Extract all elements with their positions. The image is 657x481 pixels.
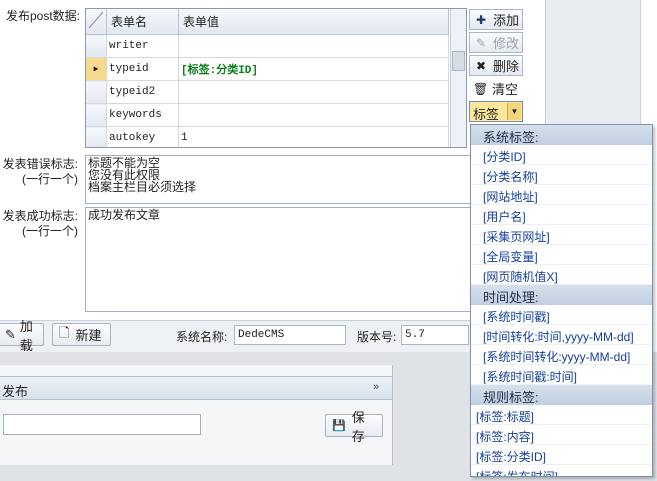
version-label: 版本号: xyxy=(357,330,397,344)
menu-item[interactable]: [标签:发布时间] xyxy=(471,465,652,476)
row-selector[interactable] xyxy=(86,103,107,127)
right-strip xyxy=(640,0,657,125)
grid-scroll-thumb[interactable] xyxy=(452,51,465,71)
close-icon: ✖ xyxy=(475,58,487,73)
cell-value[interactable] xyxy=(178,80,449,104)
column-header-name[interactable]: 表单名 xyxy=(106,9,179,35)
cell-value[interactable] xyxy=(178,103,449,127)
save-icon: 💾 xyxy=(332,420,346,432)
success-flag-label: 发表成功标志: xyxy=(2,209,78,223)
lower-text-input[interactable] xyxy=(3,414,201,435)
menu-item[interactable]: [网站地址] xyxy=(471,185,652,205)
table-row[interactable]: ▶ typeid [标签:分类ID] xyxy=(86,57,449,81)
cell-value[interactable] xyxy=(178,34,449,58)
menu-item[interactable]: [系统时间戳] xyxy=(471,305,652,325)
tag-select[interactable]: 标签 ▼ xyxy=(469,101,523,122)
load-button-label: 加载 xyxy=(19,318,33,353)
new-file-icon: 🗋 xyxy=(59,324,70,340)
cell-name[interactable]: autokey xyxy=(106,126,179,147)
menu-item[interactable]: [标签:分类ID] xyxy=(471,445,652,465)
new-button-label: 新建 xyxy=(75,328,102,343)
edit-button-label: 修改 xyxy=(493,36,520,51)
grid-scrollbar[interactable] xyxy=(450,9,466,147)
cell-value[interactable]: [标签:分类ID] xyxy=(178,57,449,81)
save-button-label: 保存 xyxy=(351,409,365,444)
chevron-down-icon[interactable]: ▼ xyxy=(507,103,521,120)
menu-item[interactable]: [网页随机值X] xyxy=(471,265,652,285)
menu-group-header: 系统标签: xyxy=(471,125,652,145)
tag-select-value: 标签 xyxy=(473,107,500,122)
corner-icon xyxy=(88,11,104,29)
menu-item[interactable]: [采集页网址] xyxy=(471,225,652,245)
menu-item[interactable]: [用户名] xyxy=(471,205,652,225)
new-button[interactable]: 🗋 新建 xyxy=(52,323,111,346)
save-button[interactable]: 💾 保存 xyxy=(325,410,383,444)
delete-button[interactable]: ✖ 删除 xyxy=(469,55,523,76)
add-button-label: 添加 xyxy=(493,13,520,28)
system-name-input[interactable]: DedeCMS xyxy=(234,325,346,345)
cell-name[interactable]: keywords xyxy=(106,103,179,127)
publish-section-title: 发布 xyxy=(2,384,29,399)
publish-section-header[interactable]: 发布 » xyxy=(0,376,392,400)
delete-button-label: 删除 xyxy=(493,59,520,74)
menu-item[interactable]: [分类名称] xyxy=(471,165,652,185)
pencil-icon: ✎ xyxy=(475,35,487,50)
tag-dropdown-menu: 系统标签: [分类ID] [分类名称] [网站地址] [用户名] [采集页网址] [全局变量… xyxy=(470,124,653,477)
grid-corner-cell[interactable] xyxy=(86,9,107,35)
system-name-label: 系统名称: xyxy=(176,330,228,344)
row-selector[interactable] xyxy=(86,80,107,104)
clear-button[interactable]: 🗑 清空 xyxy=(469,78,523,99)
trash-icon: 🗑 xyxy=(473,81,489,96)
row-selector[interactable] xyxy=(86,126,107,147)
collapse-icon[interactable]: » xyxy=(373,381,379,393)
post-data-grid[interactable]: 表单名 表单值 writer ▶ typeid [标签:分类ID] typeid2 key… xyxy=(85,8,467,148)
error-flag-hint: (一行一个) xyxy=(22,172,78,186)
table-row[interactable]: autokey 1 xyxy=(86,126,449,147)
menu-item[interactable]: [标签:内容] xyxy=(471,425,652,445)
load-button[interactable]: ✎ 加载 xyxy=(0,319,44,353)
error-flag-label: 发表错误标志: xyxy=(2,157,78,171)
table-row[interactable]: keywords xyxy=(86,103,449,127)
menu-group-header: 规则标签: xyxy=(471,385,652,405)
menu-item[interactable]: [全局变量] xyxy=(471,245,652,265)
table-row[interactable]: writer xyxy=(86,34,449,58)
menu-group-header: 时间处理: xyxy=(471,285,652,305)
success-flag-hint: (一行一个) xyxy=(22,224,78,238)
row-selector[interactable] xyxy=(86,34,107,58)
edit-button[interactable]: ✎ 修改 xyxy=(469,32,523,53)
plus-icon: ✚ xyxy=(475,12,487,27)
row-selector[interactable]: ▶ xyxy=(86,57,107,81)
menu-item[interactable]: [系统时间转化:yyyy-MM-dd] xyxy=(471,345,652,365)
post-data-label: 发布post数据: xyxy=(5,9,80,23)
menu-item[interactable]: [系统时间戳:时间] xyxy=(471,365,652,385)
menu-item[interactable]: [分类ID] xyxy=(471,145,652,165)
current-row-arrow-icon: ▶ xyxy=(93,65,99,74)
load-icon: ✎ xyxy=(5,326,16,342)
cell-name[interactable]: writer xyxy=(106,34,179,58)
table-row[interactable]: typeid2 xyxy=(86,80,449,104)
add-button[interactable]: ✚ 添加 xyxy=(469,9,523,30)
cell-value[interactable]: 1 xyxy=(178,126,449,147)
menu-item[interactable]: [时间转化:时间,yyyy-MM-dd] xyxy=(471,325,652,345)
cell-name[interactable]: typeid xyxy=(106,57,179,81)
clear-button-label: 清空 xyxy=(492,82,519,97)
cell-name[interactable]: typeid2 xyxy=(106,80,179,104)
column-header-value[interactable]: 表单值 xyxy=(178,9,449,35)
version-input[interactable]: 5.7 xyxy=(401,325,469,345)
menu-item[interactable]: [标签:标题] xyxy=(471,405,652,425)
